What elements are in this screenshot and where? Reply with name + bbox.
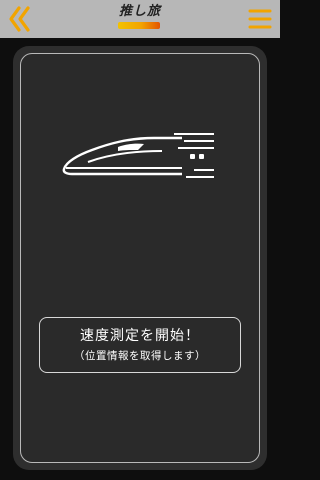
bullet-train-icon [62,133,214,178]
start-speed-measurement-button[interactable]: 速度測定を開始！ （位置情報を取得します） [39,317,241,373]
app-header: 推し旅 [0,0,280,38]
hamburger-menu-icon [248,9,272,29]
speed-card [20,53,260,463]
app-logo: 推し旅 [112,4,168,32]
logo-accent-bar [118,22,160,29]
double-chevron-left-icon [9,6,30,32]
menu-button[interactable] [248,7,272,31]
logo-text: 推し旅 [118,4,161,19]
start-button-subtitle: （位置情報を取得します） [74,350,206,362]
start-button-title: 速度測定を開始！ [80,328,200,344]
back-button[interactable] [6,5,34,33]
